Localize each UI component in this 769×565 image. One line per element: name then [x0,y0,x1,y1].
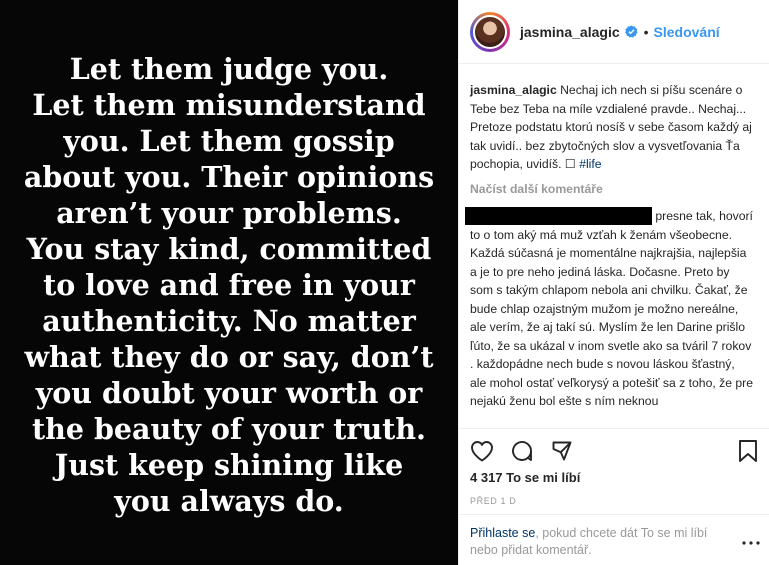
comments-section[interactable]: jasmina_alagic Nechaj ich nech si píšu s… [459,65,769,428]
more-options-icon[interactable] [742,533,760,550]
share-icon[interactable] [549,438,575,464]
quote-line: Just keep shining like [54,447,404,482]
bookmark-icon[interactable] [735,438,761,464]
quote-line: you always do. [114,483,344,518]
add-comment-area: Přihlaste se, pokud chcete dát To se mi … [459,514,769,565]
quote-text: Let them judge you. Let them misundersta… [9,51,449,519]
header-username[interactable]: jasmina_alagic [520,24,620,40]
post-sidebar: jasmina_alagic • Sledování jasmina_alagi… [458,0,769,565]
quote-line: to love and free in your [43,267,415,302]
post-timestamp[interactable]: PŘED 1 D [470,496,516,506]
quote-line: you. Let them gossip [63,123,395,158]
post-image[interactable]: Let them judge you. Let them misundersta… [0,0,458,565]
follow-button[interactable]: Sledování [654,24,720,40]
quote-line: about you. Their opinions [23,159,435,194]
caption-symbol: ☐ [564,157,576,171]
likes-count[interactable]: 4 317 To se mi líbí [470,470,580,485]
avatar[interactable] [470,11,510,52]
avatar-image [473,14,507,49]
comment-text: presne tak, hovorí to o tom aký má muž v… [470,209,753,408]
post-header: jasmina_alagic • Sledování [459,0,769,64]
quote-line: You stay kind, committed [26,231,432,266]
quote-line: Let them judge you. [69,51,389,86]
comment: presne tak, hovorí to o tom aký má muž v… [465,207,754,411]
load-more-comments-button[interactable]: Načíst další komentáře [470,180,754,199]
caption-username[interactable]: jasmina_alagic [470,83,557,97]
quote-line: you doubt your worth or [35,375,423,410]
verified-badge-icon [624,25,638,38]
separator-dot: • [643,23,649,40]
caption: jasmina_alagic Nechaj ich nech si píšu s… [470,81,754,174]
quote-line: Let them misunderstand [32,87,426,122]
heart-icon[interactable] [469,438,495,464]
hashtag-link[interactable]: #life [579,157,601,171]
quote-line: aren’t your problems. [56,195,402,230]
comment-icon[interactable] [509,438,535,464]
quote-line: authenticity. No matter [42,303,416,338]
quote-line: what they do or say, don’t [24,339,434,374]
quote-line: the beauty of your truth. [32,411,426,446]
redacted-username [465,207,652,225]
login-link[interactable]: Přihlaste se [470,526,535,540]
